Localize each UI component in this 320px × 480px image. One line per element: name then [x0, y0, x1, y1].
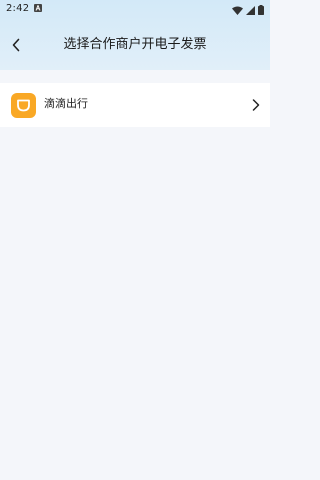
status-icons — [232, 3, 264, 15]
battery-icon — [258, 0, 264, 19]
page-title: 选择合作商户开电子发票 — [63, 37, 207, 52]
back-arrow-icon[interactable] — [6, 35, 26, 55]
didi-logo — [11, 93, 36, 118]
chevron-right-icon — [250, 97, 262, 113]
merchant-item-didi[interactable]: 滴滴出行 — [0, 83, 270, 127]
header-background: 2:42 选择合作商户开电子发票 — [0, 0, 270, 70]
status-bar: 2:42 — [0, 0, 270, 18]
signal-icon — [246, 0, 255, 19]
a-badge-icon — [34, 4, 42, 12]
nav-bar: 选择合作商户开电子发票 — [0, 28, 270, 62]
merchant-name: 滴滴出行 — [44, 97, 88, 110]
wifi-icon — [232, 0, 243, 19]
status-time: 2:42 — [6, 3, 30, 14]
